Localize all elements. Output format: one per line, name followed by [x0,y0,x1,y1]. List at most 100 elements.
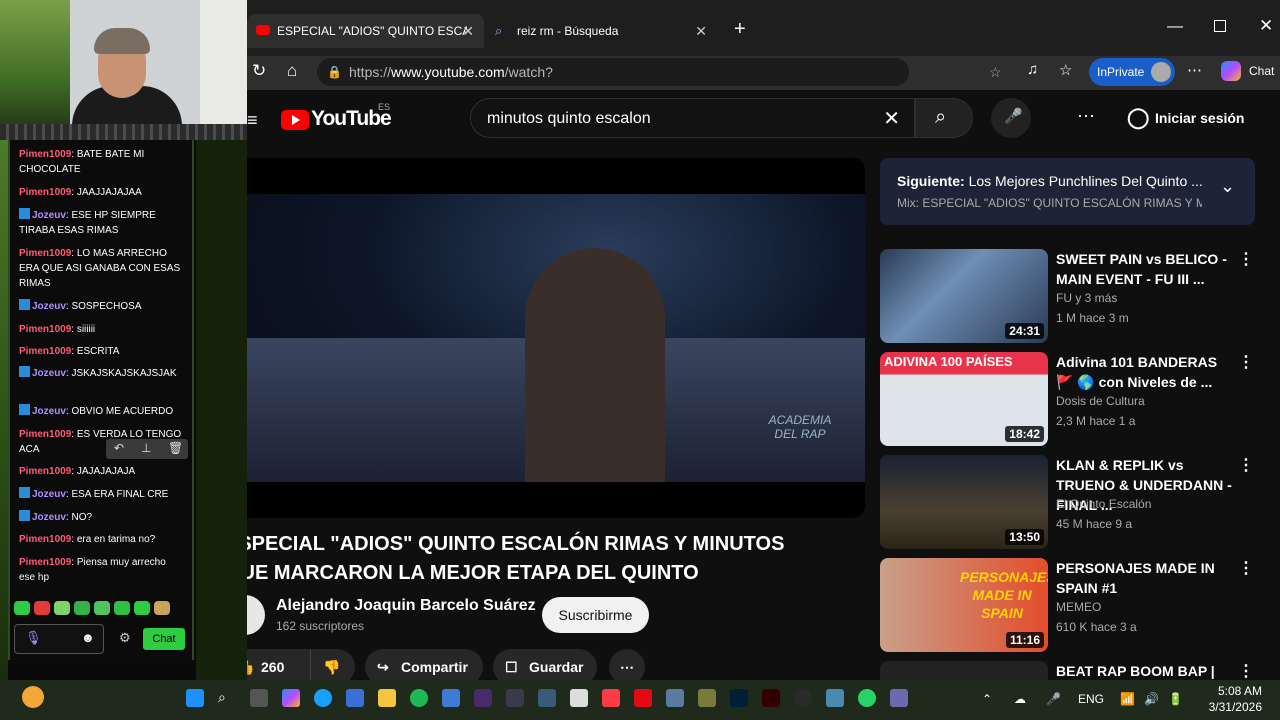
more-vert-icon[interactable]: ⋮ [1238,352,1254,372]
video-thumbnail[interactable]: 24:31 [880,249,1048,343]
edge-icon[interactable] [314,689,332,707]
volume-icon[interactable]: 🔊 [1144,692,1159,706]
maximize-icon[interactable] [1214,20,1226,32]
video-thumbnail[interactable]: PERSONAJES MADE IN SPAIN 11:16 [880,558,1048,652]
message-action-bar[interactable]: ↶ ⊥ 🗑 [106,439,188,459]
refresh-icon[interactable]: ↻ [252,61,266,81]
close-window-icon[interactable]: ✕ [1259,16,1273,36]
weather-widget-icon[interactable] [22,686,44,708]
start-icon[interactable] [186,689,204,707]
clear-icon[interactable]: ✕ [883,99,900,139]
copilot-icon[interactable] [282,689,300,707]
video-watermark: ACADEMIA DEL RAP [768,413,832,441]
app-icon[interactable] [890,689,908,707]
chat-input[interactable]: 🎙 ☻ [14,624,104,654]
video-thumbnail[interactable]: 13:50 [880,455,1048,549]
dislike-icon[interactable]: 👎 [310,649,340,680]
pin-icon[interactable]: ⊥ [141,441,151,455]
more-vert-icon[interactable]: ⋮ [1238,249,1254,269]
spotify-icon[interactable] [410,689,428,707]
app-icon[interactable] [698,689,716,707]
search-input[interactable]: minutos quinto escalon ✕ [470,98,915,138]
emoji-icon[interactable]: ☻ [81,630,95,645]
store-icon[interactable] [346,689,364,707]
subscribe-button[interactable]: Suscribirme [542,597,649,633]
notepad-icon[interactable] [570,689,588,707]
app-icon[interactable] [474,689,492,707]
chat-message: Pimen1009: JAJAJAJAJA [19,466,136,477]
language-indicator[interactable]: ENG [1078,692,1104,706]
app-icon[interactable] [506,689,524,707]
file-explorer-icon[interactable] [378,689,396,707]
new-tab-icon[interactable]: + [734,18,746,41]
recommendation-item[interactable]: ADIVINA 100 PAÍSES 18:42 Adivina 101 BAN… [880,352,1260,446]
up-next-panel[interactable]: Siguiente: Los Mejores Punchlines Del Qu… [880,158,1255,225]
whatsapp-icon[interactable] [858,689,876,707]
read-aloud-icon[interactable]: ♫ [1027,61,1038,78]
video-thumbnail[interactable]: ADIVINA 100 PAÍSES 18:42 [880,352,1048,446]
chevron-up-icon[interactable]: ⌃ [982,692,992,706]
channel-avatar[interactable] [247,595,265,635]
emote-row[interactable] [14,601,184,617]
sign-in-button[interactable]: ◯ Iniciar sesión [1123,98,1244,138]
mic-icon[interactable]: 🎙 [25,630,42,646]
app-icon[interactable] [794,689,812,707]
copilot-icon[interactable] [1221,61,1241,81]
task-view-icon[interactable] [250,689,268,707]
video-thumbnail[interactable] [880,661,1048,680]
like-button[interactable]: 👍 260 👎 [247,649,355,680]
video-player[interactable]: ACADEMIA DEL RAP [247,158,865,518]
recommendation-item[interactable]: 13:50 KLAN & REPLIK vs TRUENO & UNDERDAN… [880,455,1260,549]
settings-icon[interactable]: ⚙ [119,630,131,646]
home-icon[interactable]: ⌂ [287,61,297,81]
music-icon[interactable] [602,689,620,707]
more-vert-icon[interactable]: ⋮ [1238,661,1254,680]
profile-avatar-icon [1151,62,1171,82]
voice-search-button[interactable]: 🎤 [991,98,1031,138]
app-icon[interactable] [538,689,556,707]
chevron-down-icon[interactable]: ⌄ [1220,176,1235,197]
tab-bing[interactable]: ⌕ reiz rm - Búsqueda ✕ [487,14,717,48]
cloud-icon[interactable]: ☁ [1014,692,1026,706]
chat-message: Pimen1009: JAAJJAJAJAA [19,187,142,198]
battery-icon[interactable]: 🔋 [1168,692,1183,706]
more-vert-icon[interactable]: ⋮ [1238,455,1254,475]
youtube-favicon-icon [256,25,270,35]
more-vert-icon[interactable]: ⋮ [1238,558,1254,578]
close-icon[interactable]: ✕ [462,14,474,48]
more-actions-button[interactable]: ⋯ [609,649,645,680]
settings-icon[interactable] [826,689,844,707]
tab-youtube[interactable]: ESPECIAL "ADIOS" QUINTO ESCAL ✕ [247,14,484,48]
netflix-icon[interactable] [634,689,652,707]
url-field[interactable]: 🔒 https://www.youtube.com/watch?v=O1HKHO… [317,58,1002,108]
app-icon[interactable] [666,689,684,707]
chat-send-button[interactable]: Chat [143,628,185,650]
share-button[interactable]: ↪ Compartir [365,649,483,680]
menu-icon[interactable]: ≡ [247,110,258,131]
trash-icon[interactable]: 🗑 [168,441,183,455]
wifi-icon[interactable]: 📶 [1120,692,1135,706]
recommendation-item[interactable]: 24:31 SWEET PAIN vs BELICO - MAIN EVENT … [880,249,1260,343]
minimize-icon[interactable]: — [1167,18,1183,36]
search-button[interactable]: ⌕ [915,98,973,138]
close-icon[interactable]: ✕ [695,14,707,48]
channel-name[interactable]: Alejandro Joaquin Barcelo Suárez [276,597,536,615]
lock-icon[interactable]: 🔒 [327,58,342,86]
inprivate-badge[interactable]: InPrivate [1089,58,1175,86]
more-icon[interactable]: ⋯ [1187,61,1202,79]
save-button[interactable]: ☐ Guardar [493,649,597,680]
mic-icon[interactable]: 🎤 [1046,692,1061,706]
copilot-chat-label[interactable]: Chat [1249,64,1274,78]
recommendation-item[interactable]: PERSONAJES MADE IN SPAIN 11:16 PERSONAJE… [880,558,1260,652]
illustrator-icon[interactable] [762,689,780,707]
more-vert-icon[interactable]: ⋯ [1077,106,1095,127]
browser-tab-bar: ESPECIAL "ADIOS" QUINTO ESCAL ✕ ⌕ reiz r… [247,0,1280,56]
photoshop-icon[interactable] [730,689,748,707]
favorite-star-icon[interactable]: ☆ [989,58,1002,86]
clock[interactable]: 5:08 AM 3/31/2026 [1200,683,1262,715]
search-icon[interactable]: ⌕ [218,689,236,707]
recommendation-item[interactable]: BEAT RAP BOOM BAP | ⋮ [880,661,1260,680]
reply-icon[interactable]: ↶ [114,441,124,455]
favorites-icon[interactable]: ☆ [1059,61,1072,79]
defender-icon[interactable] [442,689,460,707]
